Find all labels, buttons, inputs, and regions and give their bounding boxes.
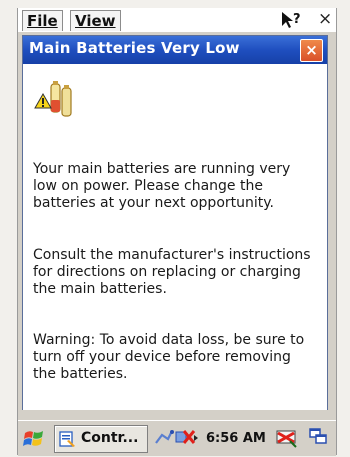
clock[interactable]: 6:56 AM <box>206 431 266 446</box>
help-question-icon[interactable]: ? <box>280 10 302 34</box>
control-panel-icon <box>59 431 75 447</box>
connectivity-icon[interactable] <box>154 429 174 447</box>
menubar-close-icon[interactable]: × <box>318 9 332 29</box>
dialog-close-button[interactable]: × <box>300 39 323 62</box>
network-disconnected-icon[interactable] <box>174 427 198 449</box>
menu-bar: File View ? × <box>18 8 336 32</box>
menu-file-label: File <box>27 12 58 30</box>
dialog-bottom-edge <box>18 410 336 420</box>
message-instructions: Consult the manufacturer's instructions … <box>33 247 311 297</box>
message-low-power: Your main batteries are running very low… <box>33 161 291 211</box>
desktop-icon[interactable] <box>308 427 330 449</box>
task-button-control-panel[interactable]: Contr... <box>54 425 148 453</box>
svg-text:?: ? <box>293 12 301 27</box>
battery-dialog: Main Batteries Very Low × Your main batt… <box>22 35 328 412</box>
menu-file[interactable]: File <box>22 10 63 31</box>
taskbar: Contr... 6:56 AM <box>18 420 336 456</box>
windows-flag-icon[interactable] <box>22 427 48 451</box>
message-warning: Warning: To avoid data loss, be sure to … <box>33 332 305 382</box>
menu-view-label: View <box>75 12 116 30</box>
device-frame: File View ? × Main Batteries Very Low × <box>0 0 350 457</box>
dialog-title-bar: Main Batteries Very Low × <box>23 36 327 64</box>
device-screen: File View ? × Main Batteries Very Low × <box>17 8 337 456</box>
task-button-label: Contr... <box>81 430 139 446</box>
menu-view[interactable]: View <box>70 10 121 31</box>
battery-warning-icon <box>34 81 72 117</box>
battery-low-icon[interactable] <box>274 427 300 449</box>
dialog-title: Main Batteries Very Low <box>29 39 240 57</box>
